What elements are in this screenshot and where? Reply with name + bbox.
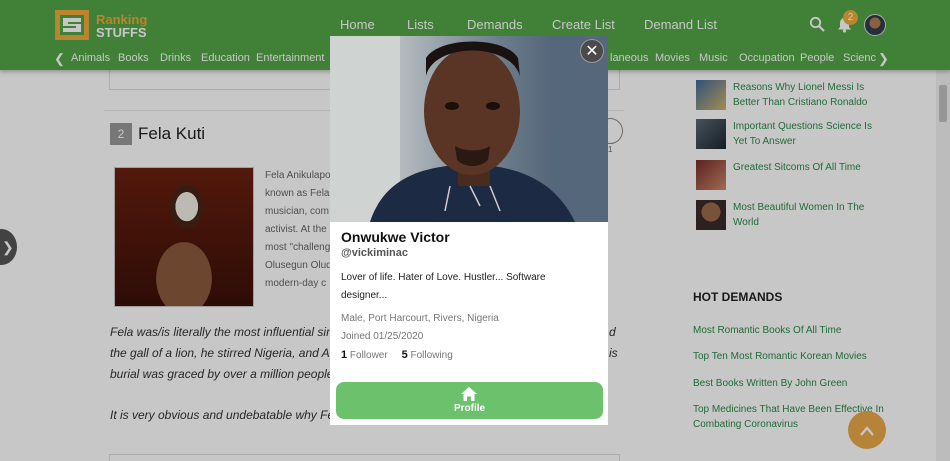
profile-joined-date: Joined 01/25/2020	[341, 331, 424, 342]
profile-modal: ✕ Onwukwe Victor @vickiminac Lover of li…	[330, 36, 608, 425]
followers-label[interactable]: Follower	[350, 350, 388, 361]
profile-location: Male, Port Harcourt, Rivers, Nigeria	[341, 313, 499, 324]
profile-name: Onwukwe Victor	[341, 229, 450, 245]
profile-button[interactable]: Profile	[336, 382, 603, 419]
following-label[interactable]: Following	[411, 350, 453, 361]
profile-follow-stats: 1 Follower 5 Following	[341, 349, 453, 361]
profile-photo: ✕	[330, 36, 608, 222]
profile-photo-illustration	[330, 36, 608, 222]
following-count[interactable]: 5	[402, 349, 408, 361]
profile-bio: Lover of life. Hater of Love. Hustler...…	[341, 272, 546, 301]
home-icon	[461, 387, 477, 401]
profile-handle: @vickiminac	[341, 247, 408, 259]
followers-count[interactable]: 1	[341, 349, 347, 361]
close-button[interactable]: ✕	[580, 39, 604, 63]
profile-button-label: Profile	[453, 403, 486, 414]
